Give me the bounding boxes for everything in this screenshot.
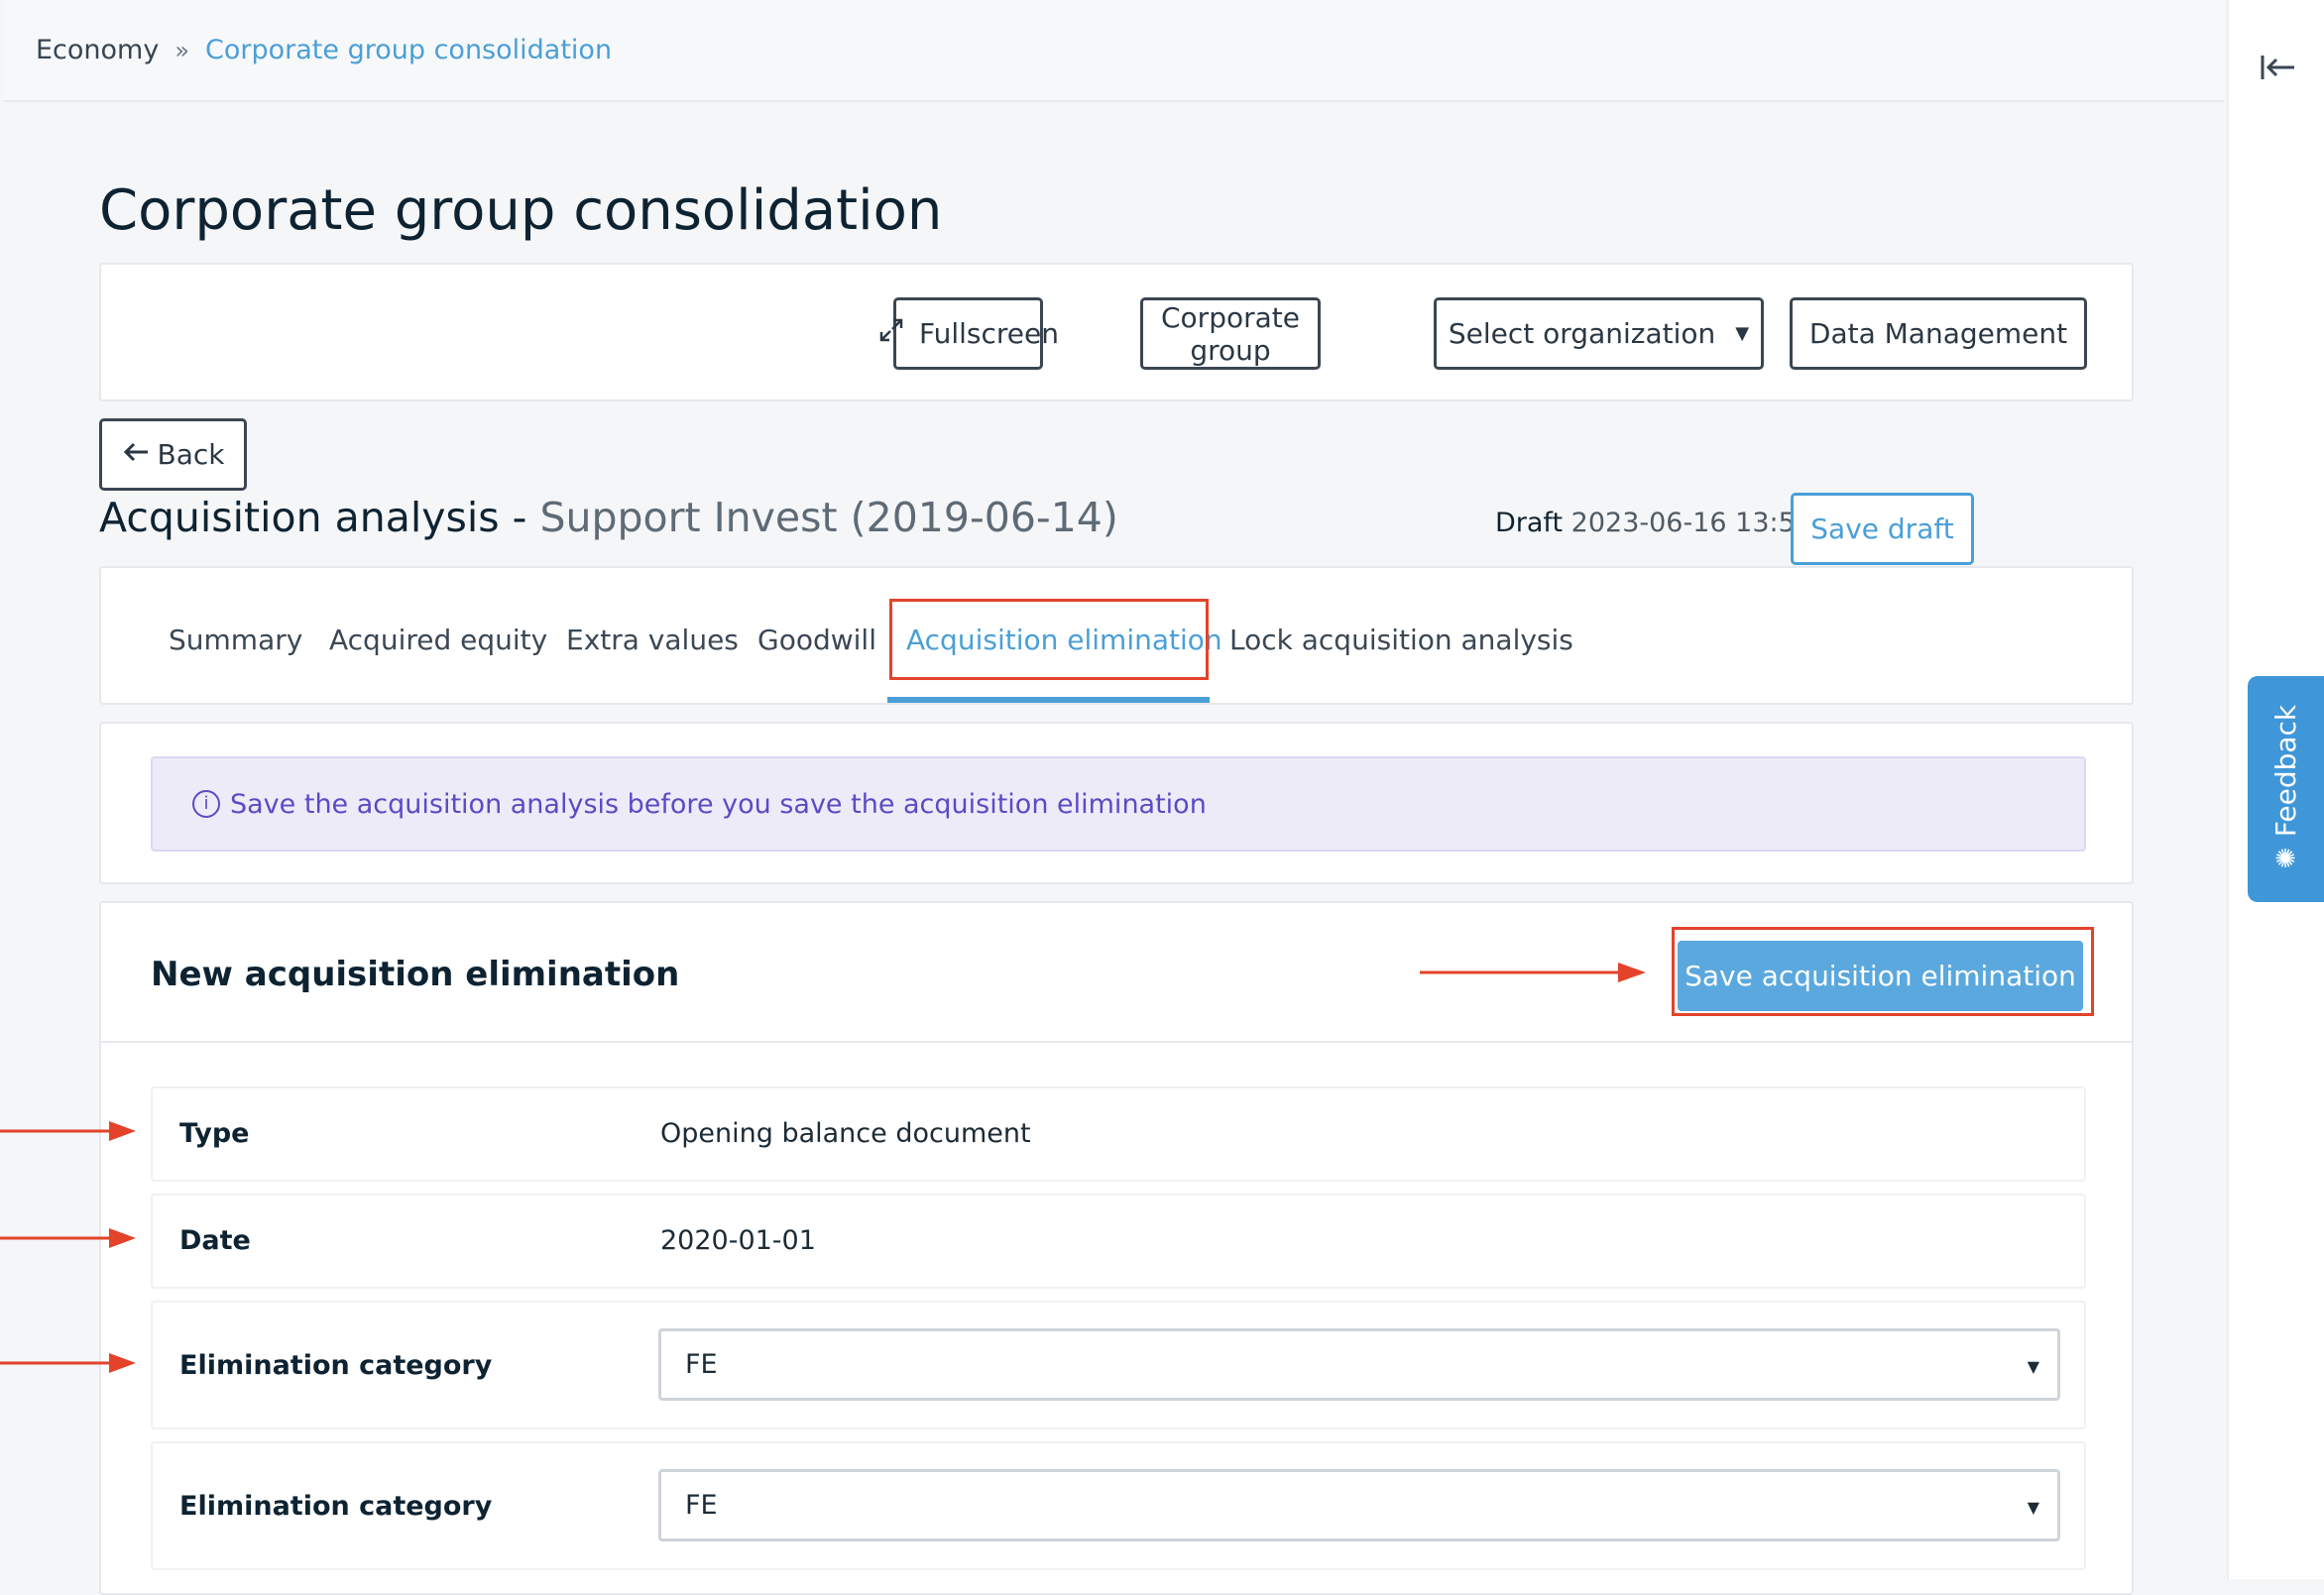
caret-down-icon: ▼ [1735, 323, 1750, 344]
elimination-category-select-2[interactable]: FE ▼ [658, 1469, 2060, 1541]
elimination-category-select-1-value: FE [685, 1349, 718, 1380]
fullscreen-label: Fullscreen [919, 317, 1059, 350]
feedback-content: ✺ Feedback [2262, 672, 2309, 874]
data-management-button[interactable]: Data Management [1790, 297, 2087, 370]
breadcrumb-current[interactable]: Corporate group consolidation [205, 35, 612, 65]
corporate-group-button[interactable]: Corporate group [1140, 297, 1321, 370]
fullscreen-button[interactable]: Fullscreen [879, 297, 1059, 370]
field-label-date: Date [179, 1225, 251, 1256]
info-banner: i Save the acquisition analysis before y… [151, 756, 2086, 852]
field-row-date: Date 2020-01-01 [151, 1194, 2086, 1289]
elimination-category-select-2-value: FE [685, 1490, 718, 1521]
draft-timestamp: 2023-06-16 13:50 [1570, 508, 1812, 538]
annotation-highlight-tab [889, 599, 1209, 680]
tab-goodwill[interactable]: Goodwill [757, 624, 876, 656]
collapse-panel-icon-graphic [2261, 56, 2294, 79]
caret-down-icon: ▼ [2027, 1498, 2039, 1517]
draft-status: Draft 2023-06-16 13:50 [1495, 508, 1812, 538]
field-label-elimination-category-1: Elimination category [179, 1350, 493, 1381]
field-row-elimination-category-2: Elimination category FE ▼ [151, 1441, 2086, 1570]
field-value-date: 2020-01-01 [660, 1225, 816, 1256]
collapse-panel-icon[interactable] [2259, 50, 2298, 85]
tab-extra-values[interactable]: Extra values [566, 624, 739, 656]
feedback-tab[interactable]: ✺ Feedback [2248, 676, 2324, 902]
annotation-arrow-type [0, 1121, 136, 1141]
data-management-label: Data Management [1808, 317, 2068, 350]
analysis-title-text: Acquisition analysis [99, 494, 500, 541]
toolbar: Fullscreen Corporate group Select organi… [99, 263, 2134, 401]
acquisition-elimination-card: New acquisition elimination Save acquisi… [99, 901, 2134, 1595]
bug-icon: ✺ [2274, 845, 2296, 875]
field-label-elimination-category-2: Elimination category [179, 1491, 493, 1522]
elimination-header: New acquisition elimination Save acquisi… [101, 903, 2132, 1043]
annotation-arrow-save [1420, 963, 1646, 982]
info-message: Save the acquisition analysis before you… [230, 788, 1207, 820]
feedback-label: Feedback [2268, 704, 2302, 838]
tab-lock-acquisition-analysis[interactable]: Lock acquisition analysis [1229, 624, 1573, 656]
elimination-category-select-1[interactable]: FE ▼ [658, 1328, 2060, 1401]
draft-label: Draft [1495, 508, 1564, 538]
field-row-type: Type Opening balance document [151, 1086, 2086, 1182]
arrow-left-icon-graphic [123, 442, 148, 462]
field-row-elimination-category-1: Elimination category FE ▼ [151, 1301, 2086, 1429]
select-organization-label: Select organization [1448, 317, 1716, 350]
page-title: Corporate group consolidation [99, 178, 943, 243]
info-card: i Save the acquisition analysis before y… [99, 722, 2134, 884]
back-button[interactable]: Back [99, 418, 247, 491]
tab-acquired-equity[interactable]: Acquired equity [329, 624, 547, 656]
tab-summary[interactable]: Summary [169, 624, 302, 656]
expand-icon [877, 316, 905, 351]
chevron-double-right-icon: » [174, 36, 190, 64]
info-circle-icon: i [192, 790, 220, 818]
elimination-title: New acquisition elimination [151, 955, 680, 994]
save-acquisition-elimination-button[interactable]: Save acquisition elimination [1678, 941, 2083, 1011]
save-draft-button[interactable]: Save draft [1791, 493, 1974, 565]
analysis-subtitle: Support Invest (2019-06-14) [539, 494, 1118, 541]
select-organization-dropdown[interactable]: Select organization ▼ [1434, 297, 1764, 370]
breadcrumb-item-economy[interactable]: Economy [36, 35, 159, 65]
annotation-arrow-date [0, 1228, 136, 1248]
field-label-type: Type [179, 1118, 250, 1149]
expand-icon-graphic [879, 318, 903, 342]
caret-down-icon: ▼ [2027, 1357, 2039, 1376]
field-value-type: Opening balance document [660, 1118, 1031, 1149]
back-label: Back [157, 438, 225, 471]
analysis-title-dash: - [499, 494, 540, 541]
arrow-left-icon [122, 438, 150, 471]
annotation-arrow-category [0, 1353, 136, 1373]
analysis-title: Acquisition analysis - Support Invest (2… [99, 494, 1118, 541]
tab-bar: Summary Acquired equity Extra values Goo… [99, 566, 2134, 705]
active-tab-indicator [887, 697, 1210, 703]
breadcrumb: Economy » Corporate group consolidation [4, 0, 2225, 102]
corporate-group-label: Corporate group [1161, 300, 1300, 367]
